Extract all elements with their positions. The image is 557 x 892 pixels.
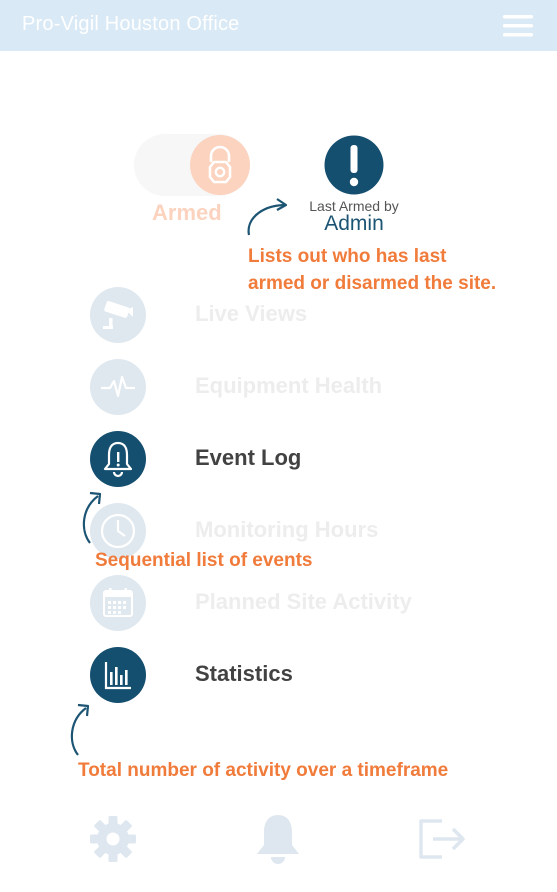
app-screen: Pro-Vigil Houston Office Armed Last Arme… <box>0 0 557 892</box>
site-title: Pro-Vigil Houston Office <box>22 13 240 35</box>
heartbeat-icon <box>90 359 146 415</box>
menu-label-event-log: Event Log <box>195 445 302 470</box>
menu-label-monitoring-hours: Monitoring Hours <box>195 517 379 542</box>
logout-icon[interactable] <box>416 812 466 866</box>
last-armed-user: Admin <box>324 212 384 235</box>
annotation-statistics: Total number of activity over a timefram… <box>78 760 449 781</box>
annotation-arrow-event-log <box>82 491 102 544</box>
gear-icon[interactable] <box>88 812 138 866</box>
lock-icon <box>208 145 232 184</box>
menu-label-planned-site-activity: Planned Site Activity <box>195 589 412 614</box>
menu-label-live-views: Live Views <box>195 301 308 326</box>
menu-item-live-views[interactable]: Live Views <box>90 287 490 343</box>
menu-item-statistics[interactable]: Statistics <box>90 647 490 703</box>
arm-toggle-knob <box>190 135 250 195</box>
annotation-arrow-last-armed <box>247 198 288 236</box>
arm-toggle[interactable] <box>134 134 250 196</box>
annotation-arrow-statistics <box>70 703 90 756</box>
camera-icon <box>90 287 146 343</box>
menu-item-planned-site-activity[interactable]: Planned Site Activity <box>90 575 490 631</box>
hamburger-menu-icon[interactable] <box>500 12 536 40</box>
menu-item-equipment-health[interactable]: Equipment Health <box>90 359 490 415</box>
menu-label-equipment-health: Equipment Health <box>195 373 383 398</box>
annotation-last-armed-line1: Lists out who has last <box>248 246 447 267</box>
calendar-icon <box>90 575 146 631</box>
app-header: Pro-Vigil Houston Office <box>0 0 557 51</box>
arm-state-label: Armed <box>152 200 222 225</box>
notifications-bell-icon[interactable] <box>253 812 303 866</box>
bar-chart-icon <box>90 647 146 703</box>
menu-item-event-log[interactable]: Event Log <box>90 431 490 487</box>
exclamation-icon <box>324 135 384 195</box>
annotation-event-log: Sequential list of events <box>95 550 313 571</box>
bell-icon <box>90 431 146 487</box>
menu-label-statistics: Statistics <box>195 661 293 686</box>
